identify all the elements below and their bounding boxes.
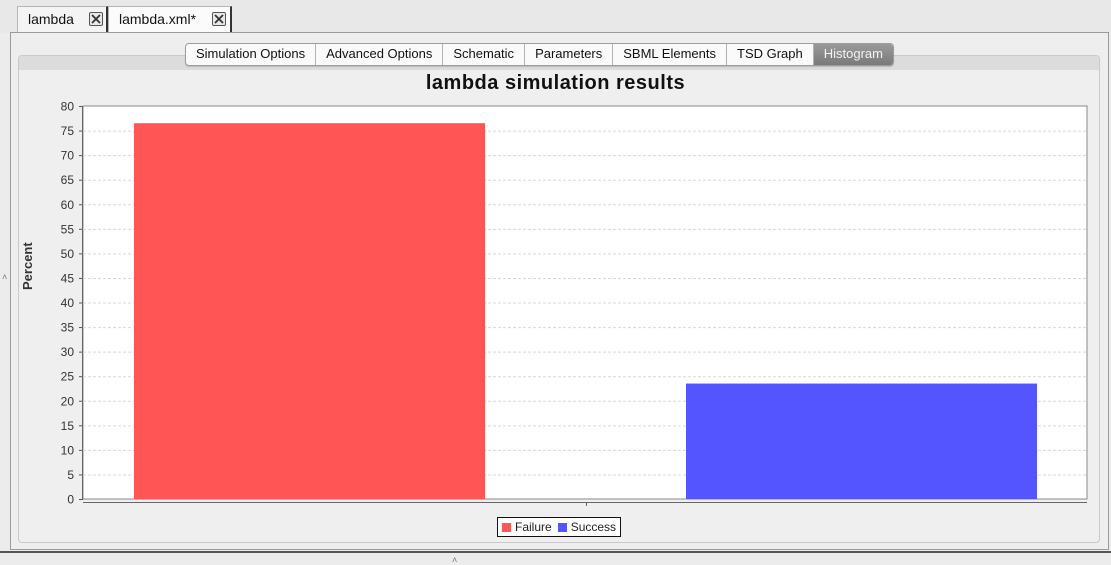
y-tick-label: 50 xyxy=(61,247,75,261)
legend-swatch-failure xyxy=(502,522,511,532)
y-tick-label: 60 xyxy=(61,198,75,212)
bottom-divider xyxy=(0,551,1111,553)
y-tick-label: 40 xyxy=(61,296,75,310)
histogram-chart: 0 5 10 15 20 25 30 35 40 45 50 55 60 65 70 75 80 xyxy=(61,100,1088,507)
legend-label-failure: Failure xyxy=(515,520,552,534)
legend-item-failure: Failure xyxy=(502,520,552,534)
legend-swatch-success xyxy=(557,522,567,532)
side-grip[interactable]: ˄ xyxy=(2,272,7,282)
bar-success xyxy=(686,383,1037,499)
y-tick-label: 75 xyxy=(61,124,75,138)
y-tick-label: 45 xyxy=(61,271,75,285)
y-tick-label: 5 xyxy=(67,468,74,482)
y-tick-label: 25 xyxy=(61,370,75,384)
chart-legend: Failure Success xyxy=(497,517,622,537)
y-tick-label: 35 xyxy=(61,321,75,335)
y-tick-label: 65 xyxy=(61,173,75,187)
y-tick-label: 20 xyxy=(61,394,75,408)
y-tick-label: 30 xyxy=(61,345,75,359)
bar-failure xyxy=(134,123,485,499)
y-tick-label: 70 xyxy=(61,149,75,163)
y-tick-label: 15 xyxy=(61,419,75,433)
y-tick-label: 80 xyxy=(61,100,75,114)
legend-item-success: Success xyxy=(557,520,617,534)
y-tick-label: 0 xyxy=(67,493,74,507)
legend-label-success: Success xyxy=(570,520,617,534)
y-tick-label: 55 xyxy=(61,222,75,236)
y-tick-label: 10 xyxy=(61,443,75,457)
